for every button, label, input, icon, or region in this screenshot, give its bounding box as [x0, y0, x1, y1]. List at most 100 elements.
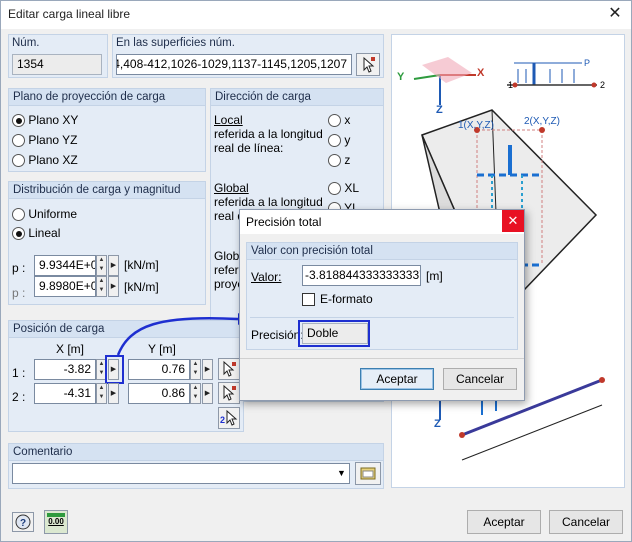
units-text: 0.00 — [48, 517, 64, 526]
radio-dot — [328, 114, 341, 128]
comment-library-button[interactable] — [355, 462, 381, 485]
axis-x-label: X — [477, 67, 485, 79]
comment-dropdown-icon[interactable]: ▼ — [334, 464, 349, 483]
help-icon: ? — [15, 514, 31, 530]
axis-z-label-lower: Z — [434, 418, 441, 430]
point-2-label: 2(X,Y,Z) — [524, 116, 560, 127]
spin-down-icon[interactable]: ▼ — [97, 265, 106, 274]
local-line-2: referida a la longitud — [214, 127, 323, 141]
surfaces-value: 3,404,408-412,1026-1029,1137-1145,1205,1… — [117, 57, 347, 71]
radio-plane-yz[interactable]: Plano YZ — [12, 133, 78, 148]
pick-surfaces-button[interactable] — [356, 53, 380, 76]
global-line-2: referida a la longitud — [214, 195, 323, 209]
close-window-button[interactable]: ✕ — [604, 4, 626, 24]
surfaces-input[interactable]: 3,404,408-412,1026-1029,1137-1145,1205,1… — [116, 54, 352, 75]
radio-label: XL — [344, 181, 360, 195]
local-line-1: Local — [214, 113, 243, 127]
row1-label: 1 : — [12, 366, 26, 380]
row2-x-input[interactable]: -4.31 — [34, 383, 96, 404]
radio-linear[interactable]: Lineal — [12, 226, 61, 241]
value-unit: [m] — [426, 269, 443, 283]
p1-label: p : — [12, 261, 26, 275]
p1-unit: [kN/m] — [124, 258, 159, 272]
radio-dot — [328, 182, 341, 196]
row2-y-input[interactable]: 0.86 — [128, 383, 190, 404]
ok-button[interactable]: Aceptar — [467, 510, 541, 534]
callout-arrow-icon — [116, 313, 248, 356]
projection-title: Plano de proyección de carga — [9, 89, 205, 106]
p2-extra-button[interactable]: ▶ — [108, 276, 119, 297]
p1-extra-button[interactable]: ▶ — [108, 255, 119, 276]
value-label-text: Valor: — [251, 270, 282, 284]
spin-up-icon[interactable]: ▲ — [97, 384, 106, 393]
radio-dot — [328, 134, 341, 148]
dialog-cancel-button[interactable]: Cancelar — [443, 368, 517, 390]
axis-z-label: Z — [436, 104, 443, 116]
dialog-group-title: Valor con precisión total — [247, 243, 517, 260]
radio-local-x[interactable]: x — [328, 113, 350, 128]
point-1-label: 1(X,Y,Z) — [458, 120, 494, 131]
local-line-3: real de línea: — [214, 141, 284, 155]
window-title: Editar carga lineal libre — [8, 7, 131, 21]
p2-spinner[interactable]: ▲ ▼ — [96, 276, 107, 297]
eformat-checkbox[interactable] — [302, 293, 315, 306]
spin-down-icon[interactable]: ▼ — [191, 393, 200, 402]
row2-x-spinner[interactable]: ▲ ▼ — [96, 383, 107, 404]
p1-input[interactable]: 9.9344E+0 — [34, 255, 96, 276]
help-button[interactable]: ? — [12, 512, 34, 532]
value-field[interactable]: -3.8188443333333337 — [302, 265, 421, 286]
axis-y-label: Y — [397, 71, 405, 83]
spin-down-icon[interactable]: ▼ — [97, 286, 106, 295]
comment-input[interactable] — [12, 463, 350, 484]
p1-spinner[interactable]: ▲ ▼ — [96, 255, 107, 276]
svg-text:2: 2 — [220, 415, 225, 425]
value-label: Valor: — [251, 270, 281, 284]
precision-dialog: Precisión total ✕ Valor con precisión to… — [239, 209, 525, 401]
eformat-label: E-formato — [320, 292, 373, 306]
global-line-1: Global — [214, 181, 249, 195]
dialog-title: Precisión total — [246, 215, 322, 229]
radio-local-z[interactable]: z — [328, 153, 351, 168]
radio-label: y — [344, 133, 351, 147]
num-field[interactable]: 1354 — [12, 54, 102, 75]
p2-input[interactable]: 9.8980E+0 — [34, 276, 96, 297]
dialog-close-button[interactable]: ✕ — [502, 210, 524, 232]
row1-x-input[interactable]: -3.82 — [34, 359, 96, 380]
spin-up-icon[interactable]: ▲ — [191, 384, 200, 393]
radio-label: z — [344, 153, 351, 167]
precision-highlight-box — [298, 320, 370, 347]
pick-point2-button[interactable] — [218, 382, 240, 404]
spin-up-icon[interactable]: ▲ — [97, 256, 106, 265]
units-button[interactable]: 0.00 — [44, 510, 68, 534]
node-1-label: 1 — [508, 80, 514, 90]
pick-line-button[interactable]: 2 — [218, 407, 240, 429]
radio-label: Plano YZ — [28, 133, 78, 147]
row2-y-spinner[interactable]: ▲ ▼ — [190, 383, 201, 404]
radio-label: Uniforme — [28, 207, 78, 221]
radio-local-y[interactable]: y — [328, 133, 351, 148]
radio-label: Lineal — [28, 226, 61, 240]
num-label: Núm. — [12, 37, 40, 49]
comment-title: Comentario — [9, 444, 383, 461]
surfaces-label: En las superficies núm. — [116, 37, 235, 49]
radio-plane-xy[interactable]: Plano XY — [12, 113, 78, 128]
radio-global-xl[interactable]: XL — [328, 181, 360, 196]
radio-plane-xz[interactable]: Plano XZ — [12, 153, 78, 168]
pick-two-points-icon: 2 — [220, 409, 238, 426]
folder-icon — [360, 467, 376, 480]
spin-up-icon[interactable]: ▲ — [97, 277, 106, 286]
row2-y-precision-button[interactable]: ▶ — [202, 383, 213, 404]
dialog-footer-divider — [240, 358, 524, 359]
cancel-button[interactable]: Cancelar — [549, 510, 623, 534]
direction-title: Dirección de carga — [211, 89, 383, 106]
radio-uniform[interactable]: Uniforme — [12, 207, 78, 222]
distribution-title: Distribución de carga y magnitud — [9, 182, 205, 199]
dialog-ok-button[interactable]: Aceptar — [360, 368, 434, 390]
col-x-header: X [m] — [56, 342, 85, 356]
radio-dot — [12, 227, 25, 241]
radio-dot — [12, 114, 25, 128]
radio-dot — [12, 208, 25, 222]
spin-down-icon[interactable]: ▼ — [97, 393, 106, 402]
p2-unit: [kN/m] — [124, 280, 159, 294]
row2-x-precision-button[interactable]: ▶ — [108, 383, 119, 404]
